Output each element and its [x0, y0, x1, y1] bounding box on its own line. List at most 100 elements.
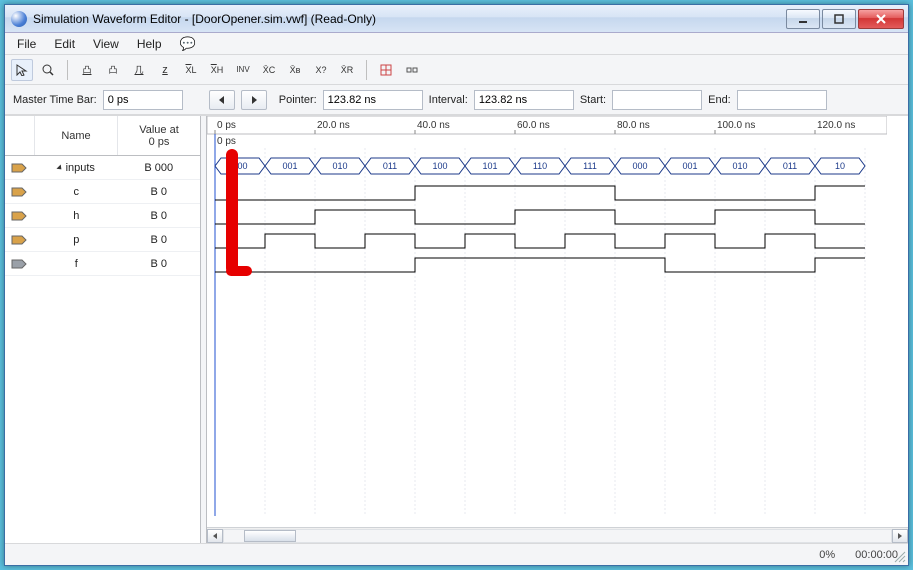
- pulse-high-icon[interactable]: 凸: [102, 59, 124, 81]
- master-input[interactable]: [103, 90, 183, 110]
- menu-bar: File Edit View Help 💬: [5, 33, 908, 55]
- xh-icon[interactable]: XH: [206, 59, 228, 81]
- svg-text:101: 101: [482, 161, 497, 171]
- signal-value-inputs: B 000: [118, 162, 201, 174]
- pointer-label: Pointer:: [279, 94, 317, 106]
- scroll-thumb[interactable]: [244, 530, 296, 542]
- cursor-icon[interactable]: [11, 59, 33, 81]
- svg-text:000: 000: [232, 161, 247, 171]
- signal-name-p: p: [35, 234, 118, 246]
- svg-text:120.0 ns: 120.0 ns: [817, 120, 855, 131]
- signal-rows: inputs B 000 c B 0 h B 0 p B 0 f B 0: [5, 156, 200, 543]
- prev-button[interactable]: [209, 90, 235, 110]
- workspace: Name Value at 0 ps inputs B 000 c B 0 h …: [5, 115, 908, 543]
- svg-text:80.0 ns: 80.0 ns: [617, 120, 650, 131]
- signal-row-c[interactable]: c B 0: [5, 180, 200, 204]
- z-icon[interactable]: z: [154, 59, 176, 81]
- signal-icon: [5, 234, 35, 246]
- signal-icon: [5, 186, 35, 198]
- svg-text:001: 001: [282, 161, 297, 171]
- wave-pane: 0 ps 20.0 ns 40.0 ns 60.0 ns 80.0 ns 100.0 ns…: [207, 116, 908, 543]
- signal-value-p: B 0: [118, 234, 201, 246]
- toolbar: 凸 凸 几 z XL XH INV X̄C X̄ʙ X? X̄R: [5, 55, 908, 85]
- svg-text:100: 100: [432, 161, 447, 171]
- signal-name-inputs: inputs: [35, 162, 118, 174]
- signal-value-h: B 0: [118, 210, 201, 222]
- name-col[interactable]: Name: [35, 116, 118, 155]
- menu-file[interactable]: File: [9, 35, 44, 53]
- svg-text:110: 110: [533, 161, 547, 171]
- h-scrollbar[interactable]: [207, 527, 908, 543]
- signal-pane: Name Value at 0 ps inputs B 000 c B 0 h …: [5, 116, 201, 543]
- svg-text:011: 011: [383, 161, 397, 171]
- master-label: Master Time Bar:: [13, 94, 97, 106]
- next-button[interactable]: [241, 90, 267, 110]
- xb-icon[interactable]: X̄ʙ: [284, 59, 306, 81]
- xq-icon[interactable]: X?: [310, 59, 332, 81]
- svg-text:001: 001: [682, 161, 697, 171]
- svg-text:010: 010: [332, 161, 347, 171]
- value-col[interactable]: Value at 0 ps: [118, 116, 200, 155]
- titlebar: Simulation Waveform Editor - [DoorOpener…: [5, 5, 908, 33]
- svg-text:011: 011: [783, 161, 797, 171]
- app-window: Simulation Waveform Editor - [DoorOpener…: [4, 4, 909, 566]
- misc-icon[interactable]: [401, 59, 423, 81]
- signal-icon: [5, 210, 35, 222]
- signal-header: Name Value at 0 ps: [5, 116, 200, 156]
- end-input[interactable]: [737, 90, 827, 110]
- scroll-track[interactable]: [223, 529, 892, 543]
- help-balloon-icon[interactable]: 💬: [180, 36, 196, 52]
- start-input[interactable]: [612, 90, 702, 110]
- scroll-right-button[interactable]: [892, 529, 908, 543]
- svg-text:40.0 ns: 40.0 ns: [417, 120, 450, 131]
- signal-value-c: B 0: [118, 186, 201, 198]
- xr-icon[interactable]: X̄R: [336, 59, 358, 81]
- scroll-left-button[interactable]: [207, 529, 223, 543]
- svg-text:10: 10: [835, 161, 845, 171]
- minimize-button[interactable]: [786, 9, 820, 29]
- menu-edit[interactable]: Edit: [46, 35, 83, 53]
- wave-canvas[interactable]: 0 ps 20.0 ns 40.0 ns 60.0 ns 80.0 ns 100.0 ns…: [207, 116, 908, 527]
- end-label: End:: [708, 94, 731, 106]
- signal-icon: [5, 162, 35, 174]
- control-bar: Master Time Bar: Pointer: Interval: Star…: [5, 85, 908, 115]
- svg-text:60.0 ns: 60.0 ns: [517, 120, 550, 131]
- svg-text:000: 000: [632, 161, 647, 171]
- icon-col: [5, 116, 35, 155]
- signal-row-p[interactable]: p B 0: [5, 228, 200, 252]
- pointer-input[interactable]: [323, 90, 423, 110]
- pulse-low-icon[interactable]: 凸: [76, 59, 98, 81]
- app-icon: [11, 11, 27, 27]
- grid-icon[interactable]: [375, 59, 397, 81]
- svg-text:20.0 ns: 20.0 ns: [317, 120, 350, 131]
- signal-icon: [5, 258, 35, 270]
- svg-text:010: 010: [732, 161, 747, 171]
- svg-text:111: 111: [583, 161, 597, 171]
- interval-label: Interval:: [429, 94, 468, 106]
- signal-row-f[interactable]: f B 0: [5, 252, 200, 276]
- signal-row-inputs[interactable]: inputs B 000: [5, 156, 200, 180]
- step-icon[interactable]: 几: [128, 59, 150, 81]
- start-label: Start:: [580, 94, 606, 106]
- signal-value-f: B 0: [118, 258, 201, 270]
- maximize-button[interactable]: [822, 9, 856, 29]
- zoom-icon[interactable]: [37, 59, 59, 81]
- menu-help[interactable]: Help: [129, 35, 170, 53]
- xc-icon[interactable]: X̄C: [258, 59, 280, 81]
- xl-icon[interactable]: XL: [180, 59, 202, 81]
- window-title: Simulation Waveform Editor - [DoorOpener…: [33, 12, 786, 26]
- inv-icon[interactable]: INV: [232, 59, 254, 81]
- interval-input[interactable]: [474, 90, 574, 110]
- resize-grip[interactable]: [892, 549, 906, 563]
- close-button[interactable]: [858, 9, 904, 29]
- svg-text:0 ps: 0 ps: [217, 120, 236, 131]
- signal-row-h[interactable]: h B 0: [5, 204, 200, 228]
- status-bar: 0% 00:00:00: [5, 543, 908, 565]
- signal-name-h: h: [35, 210, 118, 222]
- svg-text:0 ps: 0 ps: [217, 136, 236, 147]
- svg-text:100.0 ns: 100.0 ns: [717, 120, 755, 131]
- menu-view[interactable]: View: [85, 35, 127, 53]
- signal-name-c: c: [35, 186, 118, 198]
- signal-name-f: f: [35, 258, 118, 270]
- status-progress: 0%: [819, 549, 835, 561]
